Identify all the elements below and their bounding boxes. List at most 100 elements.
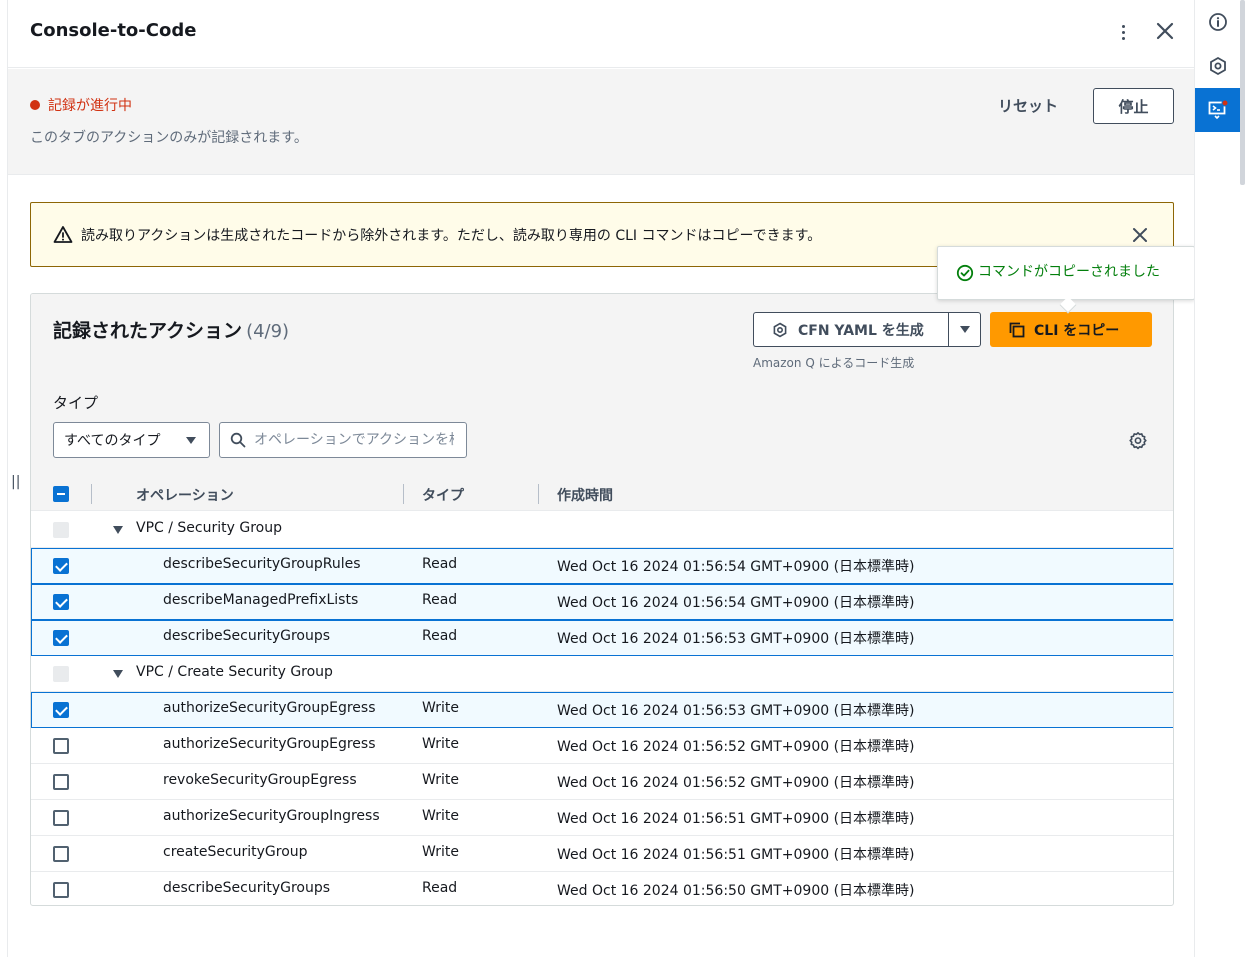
- group-checkbox: [53, 666, 69, 682]
- copy-cli-button[interactable]: CLI をコピー: [990, 312, 1152, 347]
- amazon-q-icon: [773, 322, 787, 337]
- row-checkbox[interactable]: [53, 774, 69, 790]
- group-label: VPC / Create Security Group: [136, 664, 333, 680]
- column-header-created-time[interactable]: 作成時間: [557, 485, 613, 505]
- row-checkbox[interactable]: [53, 882, 69, 898]
- operation-cell: authorizeSecurityGroupIngress: [163, 808, 380, 824]
- success-check-icon: [956, 264, 974, 282]
- amazon-q-icon: [1210, 56, 1226, 76]
- operation-search-input[interactable]: [254, 432, 454, 448]
- recording-status: 記録が進行中: [30, 95, 132, 115]
- column-header-type[interactable]: タイプ: [422, 485, 464, 505]
- amazon-q-note: Amazon Q によるコード生成: [753, 356, 915, 370]
- type-cell: Write: [422, 736, 459, 752]
- cfn-dropdown-button[interactable]: [948, 312, 981, 347]
- operation-cell: describeManagedPrefixLists: [163, 592, 359, 608]
- time-cell: Wed Oct 16 2024 01:56:51 GMT+0900 (日本標準時…: [557, 811, 915, 827]
- panel-title: Console-to-Code: [30, 20, 197, 41]
- time-cell: Wed Oct 16 2024 01:56:52 GMT+0900 (日本標準時…: [557, 739, 915, 755]
- type-cell: Write: [422, 844, 459, 860]
- table-row[interactable]: describeSecurityGroupRules Read Wed Oct …: [31, 548, 1173, 584]
- type-cell: Write: [422, 772, 459, 788]
- search-icon: [230, 432, 246, 448]
- time-cell: Wed Oct 16 2024 01:56:52 GMT+0900 (日本標準時…: [557, 775, 915, 791]
- actions-table-body: VPC / Security Group describeSecurityGro…: [31, 512, 1173, 905]
- recording-status-label: 記録が進行中: [48, 98, 132, 114]
- operation-cell: describeSecurityGroupRules: [163, 556, 361, 572]
- stop-button[interactable]: 停止: [1093, 88, 1174, 124]
- row-checkbox[interactable]: [53, 630, 69, 646]
- close-icon[interactable]: [1153, 19, 1177, 43]
- row-checkbox[interactable]: [53, 558, 69, 574]
- type-cell: Read: [422, 556, 458, 572]
- recording-description: このタブのアクションのみが記録されます。: [30, 130, 308, 146]
- resize-handle-icon[interactable]: ||: [11, 474, 20, 490]
- settings-gear-icon[interactable]: [1128, 431, 1148, 451]
- type-filter-value: すべてのタイプ: [64, 433, 161, 449]
- rail-scrollbar[interactable]: [1240, 0, 1245, 185]
- more-options-icon[interactable]: [1113, 20, 1133, 44]
- caret-down-icon: [186, 437, 196, 444]
- group-checkbox: [53, 522, 69, 538]
- table-row[interactable]: authorizeSecurityGroupEgress Write Wed O…: [31, 728, 1173, 764]
- column-header-operation[interactable]: オペレーション: [136, 485, 234, 505]
- type-cell: Read: [422, 592, 458, 608]
- rail-amazon-q-button[interactable]: [1195, 44, 1241, 88]
- type-cell: Read: [422, 628, 458, 644]
- type-filter-label: タイプ: [53, 394, 99, 412]
- generate-cfn-yaml-button[interactable]: CFN YAML を生成: [753, 312, 948, 347]
- table-row[interactable]: revokeSecurityGroupEgress Write Wed Oct …: [31, 764, 1173, 800]
- dismiss-warning-icon[interactable]: [1129, 224, 1151, 246]
- time-cell: Wed Oct 16 2024 01:56:54 GMT+0900 (日本標準時…: [557, 559, 915, 575]
- group-row: VPC / Security Group: [31, 512, 1173, 548]
- right-side-rail: [1194, 0, 1245, 957]
- copied-toast: コマンドがコピーされました: [937, 246, 1195, 300]
- operation-cell: authorizeSecurityGroupEgress: [163, 736, 376, 752]
- recorded-actions-title: 記録されたアクション (4/9): [53, 320, 290, 342]
- rail-console-to-code-button[interactable]: [1195, 88, 1241, 132]
- cfn-button-group: CFN YAML を生成: [753, 312, 981, 347]
- type-filter-select[interactable]: すべてのタイプ: [53, 422, 210, 458]
- time-cell: Wed Oct 16 2024 01:56:53 GMT+0900 (日本標準時…: [557, 631, 915, 647]
- copy-icon: [1009, 322, 1025, 337]
- generate-cfn-yaml-label: CFN YAML を生成: [798, 322, 924, 339]
- type-cell: Write: [422, 808, 459, 824]
- recording-section: 記録が進行中 このタブのアクションのみが記録されます。 リセット 停止: [8, 69, 1195, 175]
- expand-triangle-icon[interactable]: [113, 670, 123, 678]
- operation-cell: revokeSecurityGroupEgress: [163, 772, 357, 788]
- time-cell: Wed Oct 16 2024 01:56:50 GMT+0900 (日本標準時…: [557, 883, 915, 899]
- row-checkbox[interactable]: [53, 594, 69, 610]
- row-checkbox[interactable]: [53, 846, 69, 862]
- group-row: VPC / Create Security Group: [31, 656, 1173, 692]
- console-to-code-icon: [1208, 99, 1229, 120]
- table-row[interactable]: describeSecurityGroups Read Wed Oct 16 2…: [31, 620, 1173, 656]
- operation-cell: describeSecurityGroups: [163, 880, 331, 896]
- time-cell: Wed Oct 16 2024 01:56:51 GMT+0900 (日本標準時…: [557, 847, 915, 863]
- info-icon: [1209, 13, 1227, 31]
- table-row[interactable]: authorizeSecurityGroupEgress Write Wed O…: [31, 692, 1173, 728]
- table-row[interactable]: authorizeSecurityGroupIngress Write Wed …: [31, 800, 1173, 836]
- select-all-checkbox[interactable]: [53, 486, 69, 502]
- caret-down-icon: [959, 325, 970, 333]
- table-row[interactable]: describeSecurityGroups Read Wed Oct 16 2…: [31, 872, 1173, 905]
- rail-info-button[interactable]: [1195, 0, 1241, 44]
- actions-count: (4/9): [246, 321, 290, 342]
- panel-header: Console-to-Code: [8, 0, 1194, 68]
- operation-cell: authorizeSecurityGroupEgress: [163, 700, 376, 716]
- table-row[interactable]: createSecurityGroup Write Wed Oct 16 202…: [31, 836, 1173, 872]
- operation-cell: createSecurityGroup: [163, 844, 308, 860]
- operation-cell: describeSecurityGroups: [163, 628, 331, 644]
- table-row[interactable]: describeManagedPrefixLists Read Wed Oct …: [31, 584, 1173, 620]
- row-checkbox[interactable]: [53, 738, 69, 754]
- group-label: VPC / Security Group: [136, 520, 282, 536]
- reset-button[interactable]: リセット: [998, 95, 1058, 116]
- row-checkbox[interactable]: [53, 702, 69, 718]
- warning-icon: [53, 226, 73, 243]
- copy-cli-label: CLI をコピー: [1034, 322, 1120, 339]
- row-checkbox[interactable]: [53, 810, 69, 826]
- table-header: オペレーション タイプ 作成時間: [31, 477, 1173, 511]
- console-to-code-panel: Console-to-Code 記録が進行中 このタブのアクションのみが記録され…: [7, 0, 1195, 957]
- expand-triangle-icon[interactable]: [113, 526, 123, 534]
- recorded-actions-card: 記録されたアクション (4/9) CFN YAML を生成 CLI をコピー Am…: [30, 293, 1174, 906]
- recording-dot-icon: [30, 100, 40, 110]
